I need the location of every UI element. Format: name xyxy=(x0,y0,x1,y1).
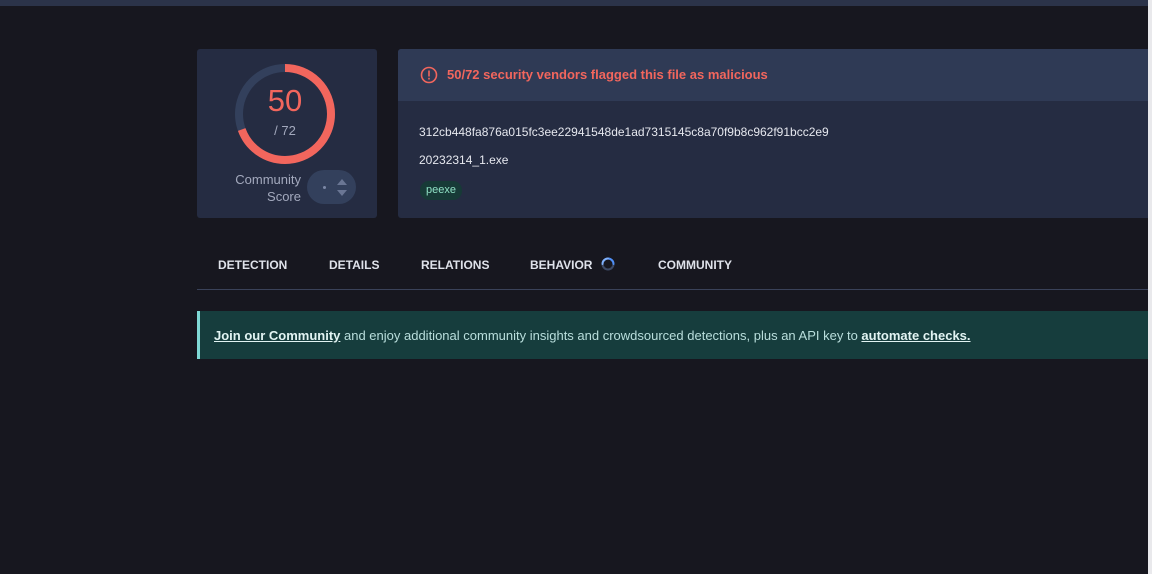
banner-middle-text: and enjoy additional community insights … xyxy=(340,328,862,343)
file-type-tag[interactable]: peexe xyxy=(420,181,462,200)
scrollbar[interactable] xyxy=(1148,0,1152,574)
loading-spinner-icon xyxy=(601,257,615,271)
tab-relations[interactable]: RELATIONS xyxy=(421,258,489,272)
vote-down-icon[interactable] xyxy=(337,190,347,196)
banner-text: Join our Community and enjoy additional … xyxy=(214,328,971,343)
automate-checks-link[interactable]: automate checks. xyxy=(861,328,970,343)
report-tabs: DETECTION DETAILS RELATIONS BEHAVIOR COM… xyxy=(197,240,1148,290)
tab-detection[interactable]: DETECTION xyxy=(218,258,287,272)
file-name: 20232314_1.exe xyxy=(419,153,509,167)
alert-circle-icon xyxy=(420,66,438,84)
vote-score-dot xyxy=(323,186,326,189)
malicious-alert: 50/72 security vendors flagged this file… xyxy=(398,49,1148,101)
community-vote-widget[interactable] xyxy=(307,170,356,204)
community-label-line1: Community xyxy=(235,172,301,187)
detection-score-card: 50 / 72 Community Score xyxy=(197,49,377,218)
community-banner: Join our Community and enjoy additional … xyxy=(197,311,1148,359)
top-navigation-bar xyxy=(0,0,1148,6)
community-label-line2: Score xyxy=(267,189,301,204)
alert-text: 50/72 security vendors flagged this file… xyxy=(447,67,768,82)
join-community-link[interactable]: Join our Community xyxy=(214,328,340,343)
tab-behavior[interactable]: BEHAVIOR xyxy=(530,258,592,272)
tab-details[interactable]: DETAILS xyxy=(329,258,379,272)
community-score-label: Community Score xyxy=(225,171,301,205)
vote-up-icon[interactable] xyxy=(337,179,347,185)
detection-count: 50 xyxy=(267,83,303,118)
file-info-card: 50/72 security vendors flagged this file… xyxy=(398,49,1148,218)
detection-total: / 72 xyxy=(274,123,296,138)
page: 50 / 72 Community Score 50/72 security v… xyxy=(0,0,1152,574)
file-hash[interactable]: 312cb448fa876a015fc3ee22941548de1ad73151… xyxy=(419,125,829,139)
tab-community[interactable]: COMMUNITY xyxy=(658,258,732,272)
